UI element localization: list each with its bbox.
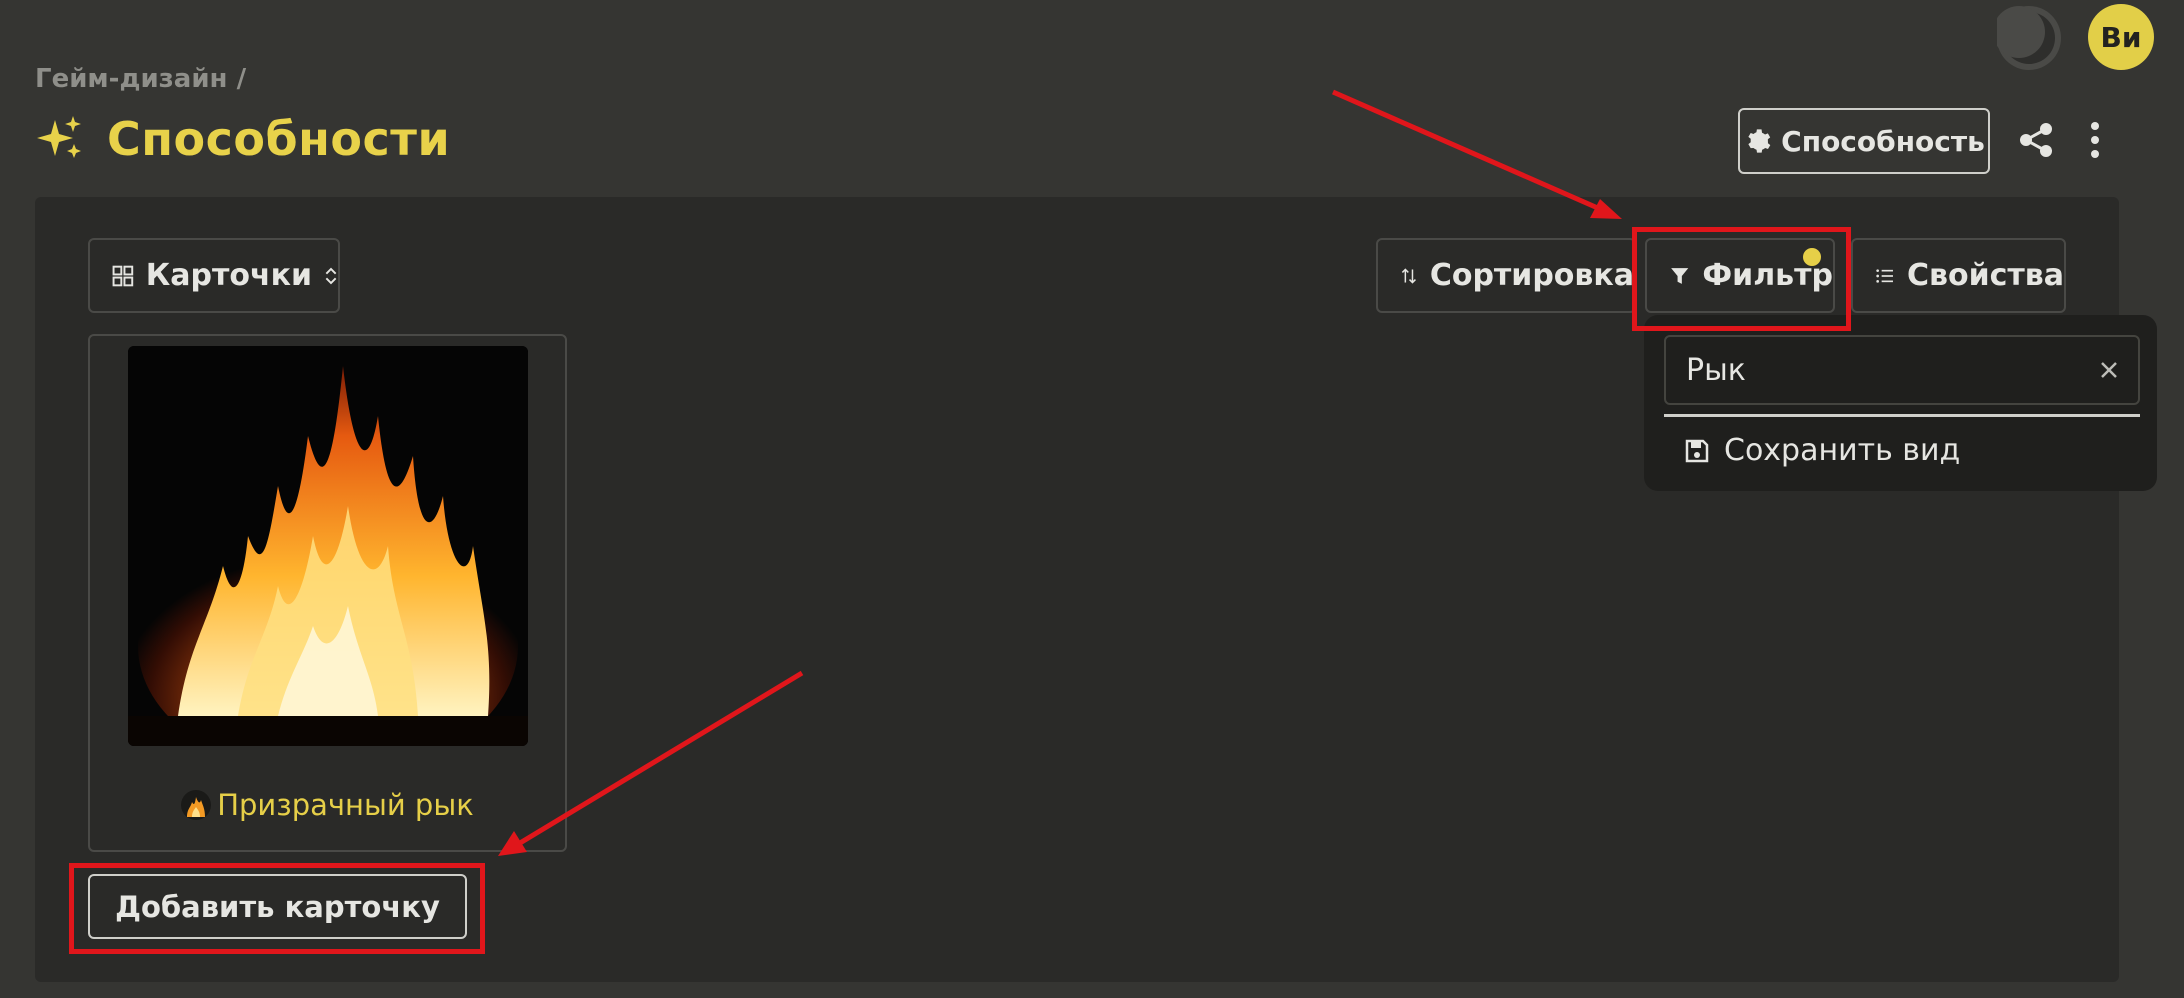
type-settings-button[interactable]: Способность bbox=[1738, 108, 1990, 174]
more-vertical-icon[interactable] bbox=[2086, 120, 2104, 160]
view-selector[interactable]: Карточки bbox=[88, 238, 340, 313]
filter-divider bbox=[1664, 414, 2140, 417]
close-icon[interactable] bbox=[2098, 359, 2120, 381]
theme-toggle[interactable] bbox=[1993, 6, 2061, 70]
filter-search-input[interactable] bbox=[1686, 352, 2066, 388]
chevron-updown-icon bbox=[325, 267, 337, 284]
ability-card[interactable]: Призрачный рык bbox=[88, 334, 567, 852]
card-title: Призрачный рык bbox=[217, 788, 474, 822]
share-icon[interactable] bbox=[2018, 122, 2054, 158]
card-title-row: Призрачный рык bbox=[90, 788, 565, 822]
view-selector-label: Карточки bbox=[145, 258, 312, 293]
properties-button[interactable]: Свойства bbox=[1851, 238, 2066, 313]
save-icon bbox=[1685, 439, 1709, 462]
type-button-label: Способность bbox=[1781, 124, 1985, 158]
page: Ви Гейм-дизайн / Способности Способность bbox=[0, 0, 2184, 998]
card-image bbox=[128, 346, 528, 746]
annotation-box-add-card bbox=[69, 863, 485, 954]
moon-icon bbox=[1993, 6, 2059, 68]
sort-button[interactable]: Сортировка bbox=[1376, 238, 1636, 313]
filter-popup: Сохранить вид bbox=[1644, 315, 2157, 491]
breadcrumb[interactable]: Гейм-дизайн / bbox=[35, 64, 246, 94]
title-row: Способности bbox=[35, 112, 450, 166]
grid-icon bbox=[112, 265, 134, 286]
filter-input-wrapper bbox=[1664, 335, 2140, 405]
save-view-button[interactable]: Сохранить вид bbox=[1684, 433, 1960, 468]
fire-icon bbox=[181, 790, 212, 820]
page-title: Способности bbox=[107, 112, 451, 166]
gear-icon bbox=[1748, 129, 1771, 153]
sort-label: Сортировка bbox=[1429, 258, 1634, 293]
annotation-box-filter bbox=[1632, 227, 1851, 331]
fire-image bbox=[128, 346, 528, 746]
sparkles-icon bbox=[37, 116, 81, 158]
avatar[interactable]: Ви bbox=[2088, 4, 2154, 70]
list-icon bbox=[1876, 268, 1893, 283]
sort-icon bbox=[1401, 267, 1416, 284]
save-view-label: Сохранить вид bbox=[1724, 433, 1961, 468]
properties-label: Свойства bbox=[1906, 258, 2064, 293]
